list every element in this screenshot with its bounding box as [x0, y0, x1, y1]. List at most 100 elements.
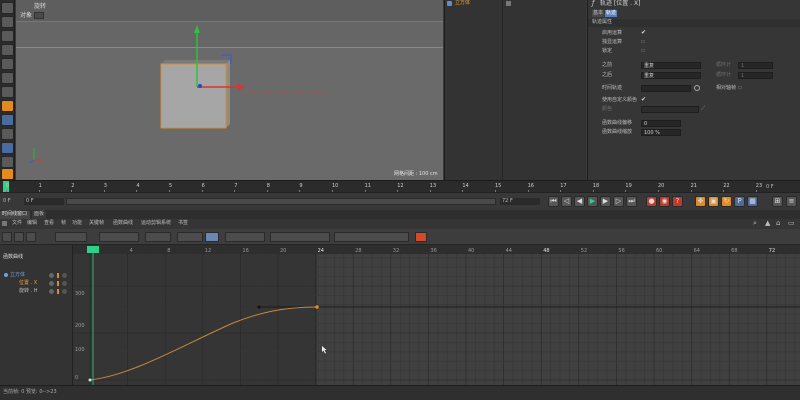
record-position-button[interactable]: ✥	[695, 196, 706, 207]
keyframe-start[interactable]	[88, 378, 92, 382]
select-tools-group[interactable]	[145, 232, 171, 242]
after-repeat-field[interactable]: 1	[738, 72, 773, 79]
motion-mode-button[interactable]	[26, 232, 36, 242]
track-enable-icon[interactable]	[62, 281, 67, 286]
link-tools-group[interactable]	[177, 232, 203, 242]
tab-track[interactable]: 轨迹	[605, 10, 617, 17]
tab-panel[interactable]: 面板	[32, 211, 46, 219]
track-color-icon	[57, 281, 59, 286]
solo-checkbox[interactable]: ▫	[641, 39, 647, 45]
autokey-button[interactable]: ◉	[659, 196, 670, 207]
graph-playhead[interactable]	[87, 246, 99, 253]
current-frame-field[interactable]: 0 F	[3, 199, 11, 204]
sculpt-icon[interactable]	[1, 168, 14, 180]
solo-icon[interactable]	[1, 142, 14, 154]
after-repeat-label: 循环计	[716, 72, 732, 78]
undo-icon[interactable]	[1, 2, 14, 14]
polygons-mode-icon[interactable]	[1, 86, 14, 98]
3d-viewport[interactable]: 旋转 对象 网格间距 : 100 cm	[16, 0, 443, 180]
key-mode-button[interactable]	[2, 232, 12, 242]
tab-timeline[interactable]: 时间线窗口	[0, 211, 30, 219]
track-enable-icon[interactable]	[62, 289, 67, 294]
color-picker-icon[interactable]: ⟋	[701, 106, 705, 112]
preview-range-slider[interactable]	[66, 198, 496, 205]
timeline-layout-icon[interactable]: ▭	[788, 220, 795, 227]
texture-tool-icon[interactable]	[1, 30, 14, 42]
menu-file[interactable]: 文件	[12, 221, 22, 226]
fcurve-graph[interactable]: 04812162024283236404448525660646872 3002…	[73, 245, 800, 385]
key-edit-group[interactable]	[334, 232, 409, 242]
after-dropdown[interactable]: 重复	[641, 72, 701, 79]
tangent-tools-group[interactable]	[270, 232, 330, 242]
track-enable-icon[interactable]	[62, 273, 67, 278]
record-param-button[interactable]: P	[734, 196, 745, 207]
menu-view[interactable]: 查看	[44, 221, 54, 226]
interpolation-button[interactable]: ⊞	[772, 196, 783, 207]
track-solo-icon[interactable]	[49, 273, 54, 278]
record-pla-button[interactable]: ▦	[747, 196, 758, 207]
timeline-up-icon[interactable]: ▲	[765, 220, 770, 227]
menu-bookmarks[interactable]: 书签	[178, 221, 188, 226]
prev-frame-button[interactable]: ◀	[574, 196, 585, 207]
timeline-menu-button[interactable]: ≡	[786, 196, 797, 207]
keyframe-end[interactable]	[315, 305, 319, 309]
timeline-home-icon[interactable]: ⌂	[776, 220, 780, 227]
record-scale-button[interactable]: ▣	[708, 196, 719, 207]
keyframe-selection-button[interactable]: ?	[672, 196, 683, 207]
relative-checkbox[interactable]: ▫	[738, 85, 744, 91]
tangent-handle[interactable]	[257, 305, 261, 309]
end-field[interactable]: 72 F	[500, 198, 540, 205]
tab-basic[interactable]: 基本	[592, 10, 604, 17]
fcurve-canvas[interactable]: 04812162024283236404448525660646872 3002…	[73, 245, 800, 385]
timeline-ruler[interactable]: 0 1 2 3 4 5 6 7 8 9 10 11 12 13 14 15 16 17 18 19 20 21 22 23 0…	[0, 180, 800, 193]
next-frame-button[interactable]: ▶	[600, 196, 611, 207]
go-to-start-button[interactable]: ⏮	[548, 196, 559, 207]
tree-row-rotation-h[interactable]: 旋转 . H	[4, 288, 70, 295]
curve-scale-field[interactable]: 100 %	[641, 129, 681, 136]
enable-axis-icon[interactable]	[1, 100, 14, 112]
points-mode-icon[interactable]	[1, 58, 14, 70]
menu-keys[interactable]: 关键帧	[89, 221, 104, 226]
snap-icon[interactable]	[1, 128, 14, 140]
use-color-checkbox[interactable]: ✔	[641, 97, 647, 103]
record-rotation-button[interactable]: ↻	[721, 196, 732, 207]
before-dropdown[interactable]: 重复	[641, 62, 701, 69]
go-to-end-button[interactable]: ⏭	[626, 196, 637, 207]
linear-button[interactable]	[205, 232, 219, 242]
color-swatch[interactable]	[641, 106, 699, 113]
before-repeat-field[interactable]: 1	[738, 62, 773, 69]
key-tools-group[interactable]	[99, 232, 139, 242]
model-tool-icon[interactable]	[1, 16, 14, 28]
visibility-icon[interactable]	[506, 1, 511, 6]
menu-frame[interactable]: 帧	[61, 221, 66, 226]
record-keys-button[interactable]: ●	[646, 196, 657, 207]
start-field[interactable]: 0 F	[24, 198, 64, 205]
track-solo-icon[interactable]	[49, 281, 54, 286]
menu-fcurve[interactable]: 函数曲线	[113, 221, 133, 226]
workplane-icon[interactable]	[1, 44, 14, 56]
tree-row-cube[interactable]: 立方体	[4, 272, 70, 279]
menu-motion[interactable]: 运动剪辑系统	[141, 221, 171, 226]
lock-checkbox[interactable]: ▫	[641, 48, 647, 54]
next-key-button[interactable]: ▷	[613, 196, 624, 207]
menu-edit[interactable]: 编辑	[27, 221, 37, 226]
fcurve-mode-button[interactable]	[14, 232, 24, 242]
interpolation-group[interactable]	[225, 232, 265, 242]
view-tools-group[interactable]	[55, 232, 87, 242]
tree-row-position-x[interactable]: 位置 . X	[4, 280, 70, 287]
time-track-field[interactable]	[641, 85, 691, 92]
prev-key-button[interactable]: ◁	[561, 196, 572, 207]
edges-mode-icon[interactable]	[1, 72, 14, 84]
track-solo-icon[interactable]	[49, 289, 54, 294]
curve-offset-field[interactable]: 0	[641, 120, 681, 127]
delete-key-button[interactable]	[415, 232, 427, 242]
object-row-cube[interactable]: 立方体	[447, 1, 503, 7]
tweak-mode-icon[interactable]	[1, 114, 14, 126]
lock-workplane-icon[interactable]	[1, 156, 14, 168]
time-track-pick-icon[interactable]	[694, 85, 700, 91]
play-button[interactable]: ▶	[587, 196, 598, 207]
timeline-search-icon[interactable]: ⌕	[753, 220, 757, 227]
enable-checkbox[interactable]: ✔	[641, 30, 647, 36]
cube-object[interactable]	[160, 60, 230, 129]
menu-functions[interactable]: 功能	[72, 221, 82, 226]
